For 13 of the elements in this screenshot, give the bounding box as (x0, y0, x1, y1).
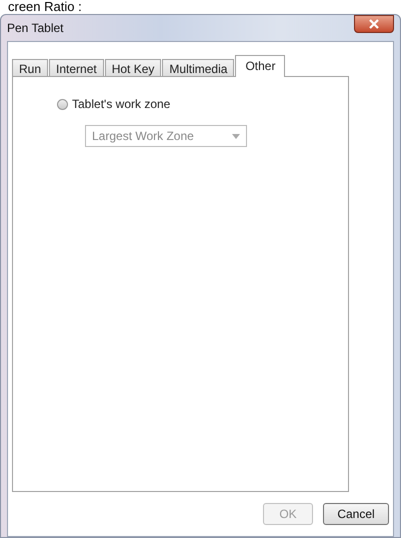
tab[interactable]: Other (235, 55, 286, 77)
tab[interactable]: Multimedia (162, 59, 234, 76)
dropdown-caret-icon (232, 134, 240, 138)
radio-label: Tablet's work zone (72, 97, 170, 111)
radio-button[interactable] (57, 98, 68, 110)
tab[interactable]: Internet (49, 59, 104, 76)
caption-text: creen Ratio : (8, 0, 82, 14)
close-button[interactable] (354, 15, 394, 33)
window-title: Pen Tablet (7, 21, 64, 35)
close-icon (369, 19, 379, 29)
tab[interactable]: Run (12, 59, 48, 76)
tab[interactable]: Hot Key (104, 59, 162, 76)
dialog-button[interactable]: Cancel (323, 503, 389, 525)
